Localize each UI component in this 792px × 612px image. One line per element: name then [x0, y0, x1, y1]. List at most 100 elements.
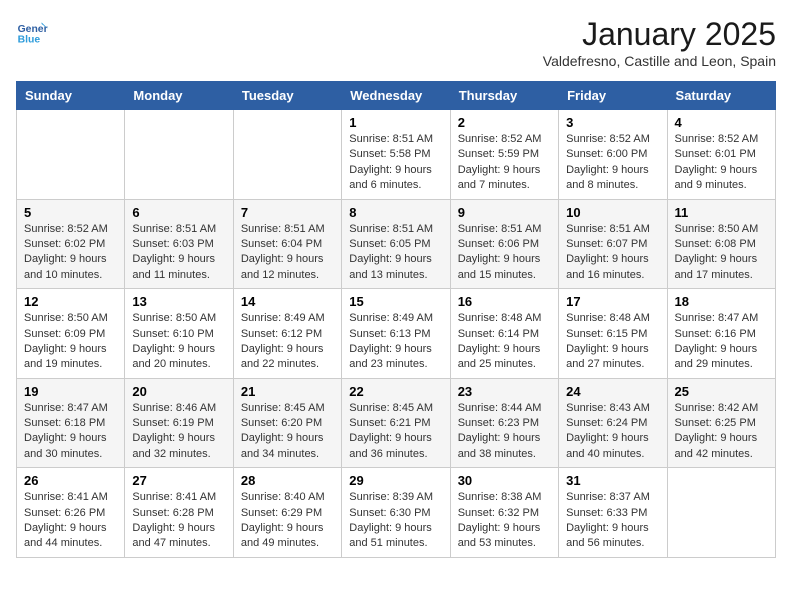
location-title: Valdefresno, Castille and Leon, Spain	[543, 53, 776, 69]
day-info: Sunrise: 8:49 AM Sunset: 6:12 PM Dayligh…	[241, 311, 334, 373]
calendar-week-row: 26 Sunrise: 8:41 AM Sunset: 6:26 PM Dayli…	[17, 468, 776, 558]
calendar-cell: 10 Sunrise: 8:51 AM Sunset: 6:07 PM Dayli…	[559, 199, 667, 289]
day-number: 18	[675, 294, 768, 309]
day-info: Sunrise: 8:52 AM Sunset: 5:59 PM Dayligh…	[458, 132, 551, 194]
calendar-cell: 20 Sunrise: 8:46 AM Sunset: 6:19 PM Dayli…	[125, 378, 233, 468]
calendar-cell: 18 Sunrise: 8:47 AM Sunset: 6:16 PM Dayli…	[667, 289, 775, 379]
calendar-cell: 7 Sunrise: 8:51 AM Sunset: 6:04 PM Daylig…	[233, 199, 341, 289]
day-info: Sunrise: 8:41 AM Sunset: 6:26 PM Dayligh…	[24, 490, 117, 552]
day-number: 19	[24, 384, 117, 399]
calendar-cell: 26 Sunrise: 8:41 AM Sunset: 6:26 PM Dayli…	[17, 468, 125, 558]
calendar-cell: 23Sunrise: 8:44 AM Sunset: 6:23 PM Dayli…	[450, 378, 558, 468]
calendar-cell: 12Sunrise: 8:50 AM Sunset: 6:09 PM Dayli…	[17, 289, 125, 379]
calendar-cell: 3 Sunrise: 8:52 AM Sunset: 6:00 PM Daylig…	[559, 110, 667, 200]
day-number: 14	[241, 294, 334, 309]
day-number: 30	[458, 473, 551, 488]
day-number: 11	[675, 205, 768, 220]
calendar-cell	[17, 110, 125, 200]
day-info: Sunrise: 8:43 AM Sunset: 6:24 PM Dayligh…	[566, 401, 659, 463]
calendar-cell: 13Sunrise: 8:50 AM Sunset: 6:10 PM Dayli…	[125, 289, 233, 379]
day-info: Sunrise: 8:51 AM Sunset: 5:58 PM Dayligh…	[349, 132, 442, 194]
day-info: Sunrise: 8:45 AM Sunset: 6:20 PM Dayligh…	[241, 401, 334, 463]
calendar-day-header: Wednesday	[342, 82, 450, 110]
calendar-body: 1Sunrise: 8:51 AM Sunset: 5:58 PM Daylig…	[17, 110, 776, 558]
calendar-cell: 14 Sunrise: 8:49 AM Sunset: 6:12 PM Dayli…	[233, 289, 341, 379]
day-info: Sunrise: 8:38 AM Sunset: 6:32 PM Dayligh…	[458, 490, 551, 552]
calendar-cell: 17 Sunrise: 8:48 AM Sunset: 6:15 PM Dayli…	[559, 289, 667, 379]
calendar-cell: 22Sunrise: 8:45 AM Sunset: 6:21 PM Dayli…	[342, 378, 450, 468]
calendar-cell: 9Sunrise: 8:51 AM Sunset: 6:06 PM Daylig…	[450, 199, 558, 289]
logo-icon: General Blue	[16, 16, 48, 48]
day-number: 7	[241, 205, 334, 220]
calendar-cell: 2 Sunrise: 8:52 AM Sunset: 5:59 PM Daylig…	[450, 110, 558, 200]
day-info: Sunrise: 8:51 AM Sunset: 6:05 PM Dayligh…	[349, 222, 442, 284]
day-info: Sunrise: 8:46 AM Sunset: 6:19 PM Dayligh…	[132, 401, 225, 463]
calendar-day-header: Tuesday	[233, 82, 341, 110]
calendar-cell: 29 Sunrise: 8:39 AM Sunset: 6:30 PM Dayli…	[342, 468, 450, 558]
day-number: 15	[349, 294, 442, 309]
day-number: 22	[349, 384, 442, 399]
day-number: 12	[24, 294, 117, 309]
day-info: Sunrise: 8:44 AM Sunset: 6:23 PM Dayligh…	[458, 401, 551, 463]
calendar-week-row: 1Sunrise: 8:51 AM Sunset: 5:58 PM Daylig…	[17, 110, 776, 200]
calendar-day-header: Sunday	[17, 82, 125, 110]
calendar-header-row: SundayMondayTuesdayWednesdayThursdayFrid…	[17, 82, 776, 110]
day-number: 26	[24, 473, 117, 488]
day-info: Sunrise: 8:52 AM Sunset: 6:00 PM Dayligh…	[566, 132, 659, 194]
day-info: Sunrise: 8:39 AM Sunset: 6:30 PM Dayligh…	[349, 490, 442, 552]
day-number: 5	[24, 205, 117, 220]
day-info: Sunrise: 8:52 AM Sunset: 6:02 PM Dayligh…	[24, 222, 117, 284]
day-info: Sunrise: 8:49 AM Sunset: 6:13 PM Dayligh…	[349, 311, 442, 373]
day-number: 20	[132, 384, 225, 399]
day-number: 3	[566, 115, 659, 130]
calendar-cell	[233, 110, 341, 200]
svg-text:Blue: Blue	[18, 34, 41, 45]
day-number: 24	[566, 384, 659, 399]
calendar-cell: 31Sunrise: 8:37 AM Sunset: 6:33 PM Dayli…	[559, 468, 667, 558]
day-info: Sunrise: 8:51 AM Sunset: 6:07 PM Dayligh…	[566, 222, 659, 284]
title-block: January 2025 Valdefresno, Castille and L…	[543, 16, 776, 69]
calendar-day-header: Monday	[125, 82, 233, 110]
calendar-cell: 6Sunrise: 8:51 AM Sunset: 6:03 PM Daylig…	[125, 199, 233, 289]
calendar-week-row: 5 Sunrise: 8:52 AM Sunset: 6:02 PM Daylig…	[17, 199, 776, 289]
day-number: 10	[566, 205, 659, 220]
calendar-day-header: Friday	[559, 82, 667, 110]
day-info: Sunrise: 8:42 AM Sunset: 6:25 PM Dayligh…	[675, 401, 768, 463]
calendar-week-row: 12Sunrise: 8:50 AM Sunset: 6:09 PM Dayli…	[17, 289, 776, 379]
calendar-cell	[667, 468, 775, 558]
day-number: 29	[349, 473, 442, 488]
calendar-week-row: 19Sunrise: 8:47 AM Sunset: 6:18 PM Dayli…	[17, 378, 776, 468]
calendar-cell: 25 Sunrise: 8:42 AM Sunset: 6:25 PM Dayli…	[667, 378, 775, 468]
day-number: 28	[241, 473, 334, 488]
page-header: General Blue January 2025 Valdefresno, C…	[16, 16, 776, 69]
calendar-cell: 5 Sunrise: 8:52 AM Sunset: 6:02 PM Daylig…	[17, 199, 125, 289]
day-number: 13	[132, 294, 225, 309]
day-info: Sunrise: 8:41 AM Sunset: 6:28 PM Dayligh…	[132, 490, 225, 552]
calendar-cell	[125, 110, 233, 200]
calendar-cell: 24 Sunrise: 8:43 AM Sunset: 6:24 PM Dayli…	[559, 378, 667, 468]
calendar-cell: 21 Sunrise: 8:45 AM Sunset: 6:20 PM Dayli…	[233, 378, 341, 468]
calendar-table: SundayMondayTuesdayWednesdayThursdayFrid…	[16, 81, 776, 558]
day-number: 17	[566, 294, 659, 309]
calendar-day-header: Saturday	[667, 82, 775, 110]
day-info: Sunrise: 8:37 AM Sunset: 6:33 PM Dayligh…	[566, 490, 659, 552]
day-number: 8	[349, 205, 442, 220]
day-number: 2	[458, 115, 551, 130]
day-info: Sunrise: 8:48 AM Sunset: 6:15 PM Dayligh…	[566, 311, 659, 373]
day-number: 21	[241, 384, 334, 399]
day-number: 4	[675, 115, 768, 130]
calendar-cell: 8 Sunrise: 8:51 AM Sunset: 6:05 PM Daylig…	[342, 199, 450, 289]
day-number: 6	[132, 205, 225, 220]
day-number: 16	[458, 294, 551, 309]
calendar-cell: 16 Sunrise: 8:48 AM Sunset: 6:14 PM Dayli…	[450, 289, 558, 379]
day-info: Sunrise: 8:51 AM Sunset: 6:04 PM Dayligh…	[241, 222, 334, 284]
day-info: Sunrise: 8:47 AM Sunset: 6:16 PM Dayligh…	[675, 311, 768, 373]
calendar-cell: 4Sunrise: 8:52 AM Sunset: 6:01 PM Daylig…	[667, 110, 775, 200]
day-number: 25	[675, 384, 768, 399]
svg-text:General: General	[18, 24, 48, 35]
day-info: Sunrise: 8:40 AM Sunset: 6:29 PM Dayligh…	[241, 490, 334, 552]
calendar-day-header: Thursday	[450, 82, 558, 110]
day-info: Sunrise: 8:48 AM Sunset: 6:14 PM Dayligh…	[458, 311, 551, 373]
calendar-cell: 11Sunrise: 8:50 AM Sunset: 6:08 PM Dayli…	[667, 199, 775, 289]
calendar-cell: 19Sunrise: 8:47 AM Sunset: 6:18 PM Dayli…	[17, 378, 125, 468]
